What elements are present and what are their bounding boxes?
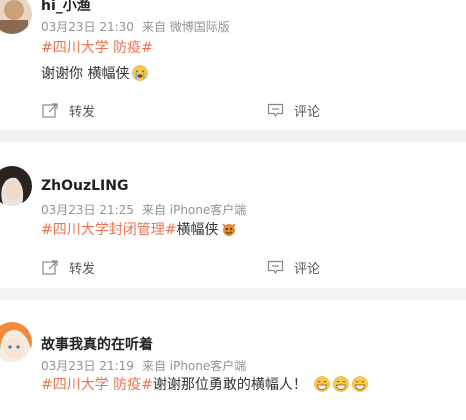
post-time[interactable]: 03月23日 21:19 xyxy=(41,359,134,373)
username[interactable]: hi_小渔 xyxy=(41,0,91,15)
grinning-face-icon xyxy=(314,376,331,392)
post-meta: 03月23日 21:30 来自 微博国际版 xyxy=(41,18,230,35)
repost-label: 转发 xyxy=(69,262,96,277)
avatar[interactable] xyxy=(0,322,32,362)
post-text: #四川大学封闭管理#横幅侠 xyxy=(41,220,237,240)
weibo-post: 故事我真的在听着 03月23日 21:19 来自 iPhone客户端 #四川大学 … xyxy=(0,300,466,420)
devil-face-icon xyxy=(221,221,237,237)
topic-link[interactable]: #四川大学封闭管理# xyxy=(41,222,176,238)
post-text: #四川大学 防疫#谢谢那位勇敢的横幅人！ xyxy=(41,375,369,395)
topic-link[interactable]: #四川大学 防疫# xyxy=(41,377,153,393)
post-time[interactable]: 03月23日 21:30 xyxy=(41,20,134,34)
repost-icon xyxy=(42,103,58,118)
comment-icon xyxy=(267,103,284,118)
comment-icon xyxy=(267,260,284,275)
weibo-post: hi_小渔 03月23日 21:30 来自 微博国际版 #四川大学 防疫# 谢谢你… xyxy=(0,0,466,130)
crying-face-icon xyxy=(132,65,149,81)
grinning-face-icon xyxy=(352,376,369,392)
comment-label: 评论 xyxy=(294,262,321,277)
post-meta: 03月23日 21:25 来自 iPhone客户端 xyxy=(41,201,246,218)
username[interactable]: 故事我真的在听着 xyxy=(41,334,153,354)
repost-icon xyxy=(42,260,58,275)
topic-link[interactable]: #四川大学 防疫# xyxy=(41,40,153,56)
post-meta: 03月23日 21:19 来自 iPhone客户端 xyxy=(41,357,246,374)
post-topic-line: #四川大学 防疫# xyxy=(41,38,153,58)
post-source: 来自 微博国际版 xyxy=(141,20,230,34)
avatar[interactable] xyxy=(0,166,32,206)
repost-button[interactable]: 转发 xyxy=(42,258,95,277)
comment-label: 评论 xyxy=(294,105,321,120)
post-text: 谢谢你 横幅侠 xyxy=(41,64,149,84)
post-source: 来自 iPhone客户端 xyxy=(141,203,247,217)
comment-button[interactable]: 评论 xyxy=(267,258,320,277)
post-text-body: 谢谢那位勇敢的横幅人！ xyxy=(152,377,307,393)
repost-label: 转发 xyxy=(69,105,96,120)
post-text-body: 横幅侠 xyxy=(176,222,219,238)
username[interactable]: ZhOuzLING xyxy=(41,178,128,194)
post-source: 来自 iPhone客户端 xyxy=(141,359,247,373)
post-time[interactable]: 03月23日 21:25 xyxy=(41,203,134,217)
avatar[interactable] xyxy=(0,0,32,34)
grinning-face-icon xyxy=(333,376,350,392)
comment-button[interactable]: 评论 xyxy=(267,101,320,120)
repost-button[interactable]: 转发 xyxy=(42,101,95,120)
post-text-body: 谢谢你 横幅侠 xyxy=(41,66,130,82)
weibo-post: ZhOuzLING 03月23日 21:25 来自 iPhone客户端 #四川大学… xyxy=(0,142,466,288)
